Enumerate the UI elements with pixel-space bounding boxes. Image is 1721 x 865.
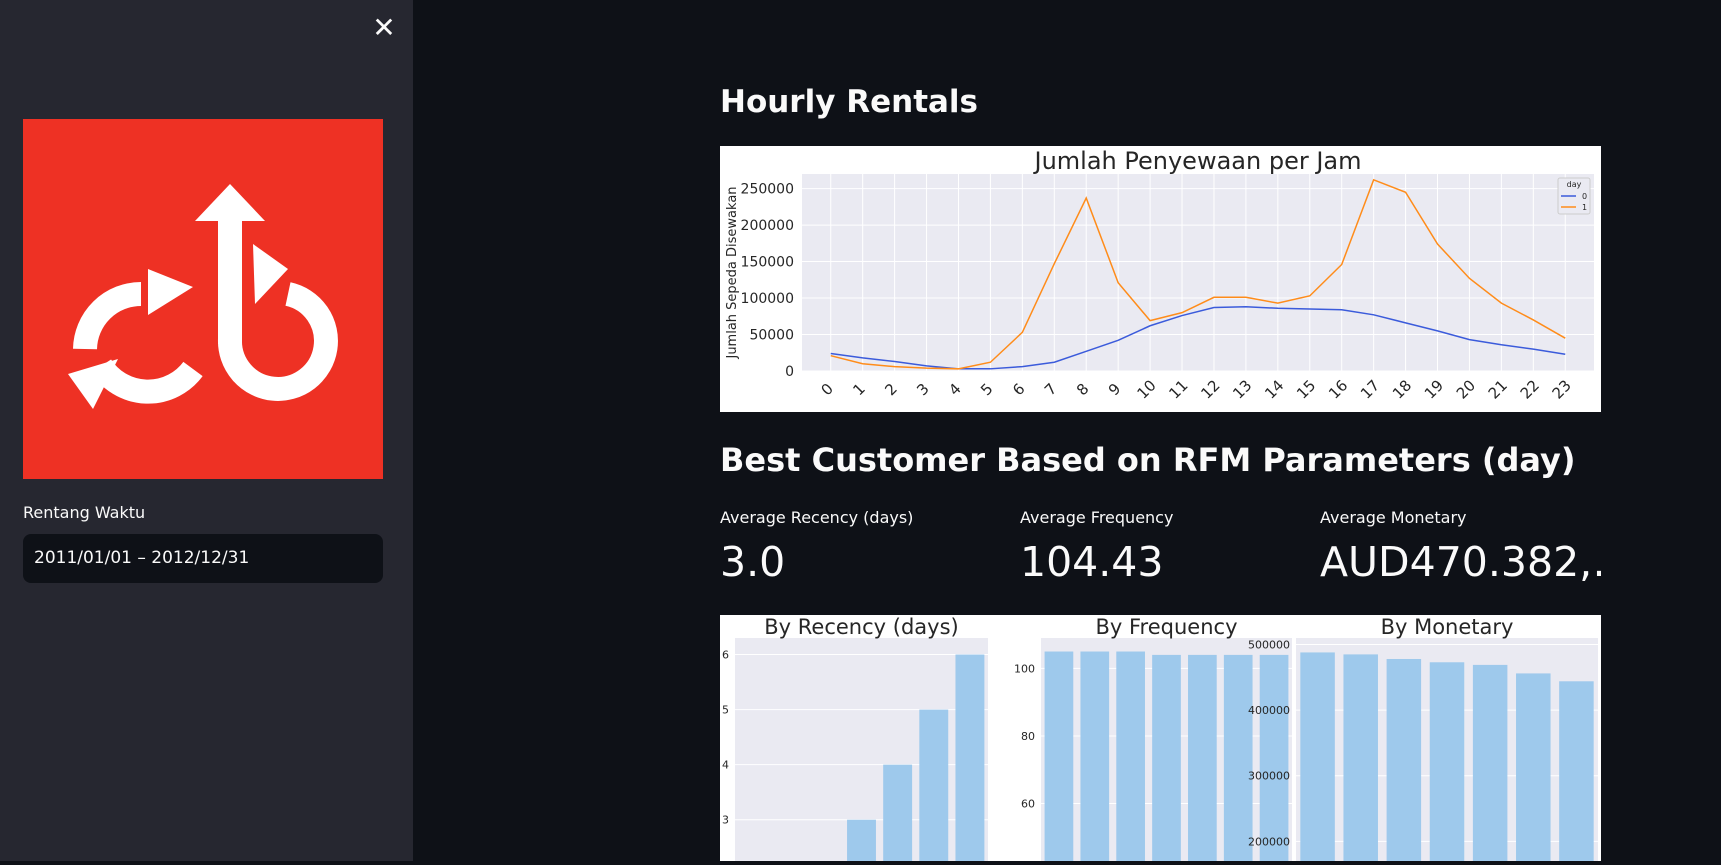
bar-y-tick-label: 500000	[1248, 639, 1290, 652]
metric-label-recency: Average Recency (days)	[720, 508, 914, 527]
bar-y-tick-label: 6	[722, 649, 729, 662]
x-tick-label: 23	[1549, 376, 1575, 402]
x-tick-label: 7	[1041, 380, 1060, 399]
rfm-bar-charts: 3 4 5 6 By Recency (days) 60 80 100 By Frequency…	[720, 615, 1601, 861]
y-tick-label: 250000	[741, 182, 794, 198]
bar-y-tick-label: 3	[722, 814, 729, 827]
x-tick-label: 0	[817, 380, 836, 399]
x-tick-label: 18	[1389, 376, 1415, 402]
y-tick-label: 50000	[749, 328, 794, 344]
rfm-bar-charts-svg: 3 4 5 6 By Recency (days) 60 80 100 By Frequency…	[722, 615, 1598, 861]
bar	[1516, 673, 1551, 861]
x-tick-label: 2	[881, 380, 900, 399]
bar-chart-title: By Monetary	[1381, 615, 1514, 639]
legend-label-1: 1	[1582, 203, 1587, 212]
x-tick-label: 21	[1485, 376, 1511, 402]
bar-y-tick-label: 80	[1021, 730, 1035, 743]
bar	[1300, 652, 1335, 861]
sidebar: ✕ Rentang Waktu 2011/01/01 – 2012/12/31	[0, 0, 413, 861]
x-tick-label: 4	[945, 380, 964, 399]
x-tick-label: 8	[1073, 380, 1092, 399]
bar	[1188, 654, 1217, 861]
metric-label-monetary: Average Monetary	[1320, 508, 1467, 527]
x-tick-label: 9	[1105, 380, 1124, 399]
y-tick-label: 200000	[741, 218, 794, 234]
x-tick-label: 17	[1357, 376, 1383, 402]
x-tick-label: 16	[1325, 376, 1351, 402]
metric-value-monetary: AUD470.382,…	[1320, 538, 1601, 586]
close-sidebar-icon[interactable]: ✕	[370, 14, 398, 42]
bar	[955, 654, 985, 861]
bar	[1152, 654, 1181, 861]
bar-y-tick-label: 300000	[1248, 770, 1290, 783]
bar-y-tick-label: 4	[722, 759, 729, 772]
metric-label-frequency: Average Frequency	[1020, 508, 1174, 527]
hourly-line-chart-svg: 0500001000001500002000002500000 1 2 3 4 5 6 7 8 9…	[725, 147, 1594, 403]
x-tick-label: 22	[1517, 376, 1543, 402]
bar	[1259, 654, 1289, 861]
metric-value-frequency: 104.43	[1020, 538, 1164, 586]
app-logo	[23, 119, 383, 479]
x-tick-label: 5	[977, 380, 996, 399]
bar-chart-title: By Frequency	[1096, 615, 1238, 639]
x-tick-label: 11	[1165, 376, 1191, 402]
plot-area	[802, 174, 1594, 371]
bar-y-tick-label: 100	[1014, 662, 1035, 675]
x-tick-label: 15	[1293, 376, 1319, 402]
bar	[1343, 654, 1378, 861]
y-tick-label: 0	[785, 364, 794, 380]
x-tick-label: 1	[849, 380, 868, 399]
bar	[1116, 651, 1145, 861]
bar	[1386, 658, 1422, 861]
x-tick-label: 14	[1261, 376, 1287, 402]
x-tick-label: 12	[1197, 376, 1223, 402]
rfm-heading: Best Customer Based on RFM Parameters (d…	[720, 441, 1576, 479]
legend-label-0: 0	[1582, 192, 1587, 201]
x-tick-label: 19	[1421, 376, 1447, 402]
bar-y-tick-label: 400000	[1248, 704, 1290, 717]
x-tick-label: 13	[1229, 376, 1255, 402]
bar	[1044, 651, 1074, 861]
bar	[1080, 651, 1110, 861]
chart-title: Jumlah Penyewaan per Jam	[1033, 147, 1362, 175]
bar-y-tick-label: 5	[722, 704, 729, 717]
bar	[1223, 654, 1253, 861]
bar	[883, 764, 913, 861]
y-tick-label: 100000	[741, 291, 794, 307]
bar-chart-title: By Recency (days)	[764, 615, 958, 639]
hourly-rentals-heading: Hourly Rentals	[720, 84, 979, 120]
x-tick-label: 20	[1453, 376, 1479, 402]
hourly-rentals-chart: 0 50000 100000 150000 200000 250000 0 1 2 3 4 5 6 7 8 9…	[720, 146, 1601, 412]
date-range-label: Rentang Waktu	[23, 503, 146, 522]
bar	[1559, 681, 1594, 861]
y-tick-label: 150000	[741, 255, 794, 271]
bar	[847, 819, 876, 861]
x-tick-label: 10	[1133, 376, 1159, 402]
top-right-edge-mark	[1717, 18, 1721, 32]
metric-value-recency: 3.0	[720, 538, 786, 586]
bar	[1472, 664, 1508, 861]
bike-share-logo-icon	[68, 184, 338, 409]
bar-y-tick-label: 60	[1021, 798, 1035, 811]
bar-y-tick-label: 200000	[1248, 835, 1290, 848]
bar	[1429, 662, 1465, 861]
bar	[919, 709, 949, 861]
y-axis-label: Jumlah Sepeda Disewakan	[725, 186, 740, 359]
x-tick-label: 6	[1009, 380, 1028, 399]
x-tick-label: 3	[913, 380, 932, 399]
date-range-input[interactable]: 2011/01/01 – 2012/12/31	[23, 534, 383, 583]
legend-title: day	[1567, 180, 1582, 189]
